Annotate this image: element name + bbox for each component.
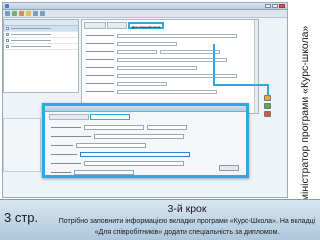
- form-row: [86, 65, 197, 70]
- dialog-field[interactable]: [84, 124, 144, 130]
- field-label: [86, 59, 114, 60]
- field-label: [86, 75, 114, 76]
- dialog-field[interactable]: [76, 142, 146, 148]
- field-label: [86, 51, 114, 52]
- close-button[interactable]: [279, 4, 285, 8]
- row-text: [11, 46, 51, 47]
- step-title: 3-й крок: [167, 203, 207, 215]
- field-label: [51, 162, 81, 164]
- delete-icon[interactable]: [19, 11, 24, 16]
- field-label: [86, 43, 114, 44]
- specialty-field[interactable]: [80, 151, 190, 157]
- print-icon[interactable]: [33, 11, 38, 16]
- form-row: [86, 41, 177, 46]
- row-checkbox[interactable]: [6, 39, 9, 42]
- add-icon[interactable]: [263, 103, 271, 109]
- form-field[interactable]: [117, 49, 157, 54]
- form-field[interactable]: [117, 57, 227, 62]
- dialog-row: [51, 133, 184, 139]
- dialog-row: [51, 124, 187, 130]
- dialog-row: [51, 160, 184, 166]
- field-label: [86, 83, 114, 84]
- pointer-line: [213, 84, 268, 86]
- step-description: Потрібно заповнити інформацією вкладки п…: [58, 218, 316, 236]
- vertical-scrollbar[interactable]: [254, 20, 258, 113]
- employee-form-panel: Для співробітників: [81, 19, 259, 114]
- window-controls: [265, 4, 285, 8]
- row-checkbox[interactable]: [6, 45, 9, 48]
- tab-other[interactable]: [107, 22, 127, 29]
- remove-icon[interactable]: [263, 111, 271, 117]
- form-field[interactable]: [160, 49, 220, 54]
- dialog-titlebar: [45, 106, 246, 112]
- dialog-field[interactable]: [84, 160, 184, 166]
- side-icon-strip: [262, 95, 272, 119]
- zoomed-dialog: [42, 103, 249, 178]
- dialog-row: [51, 151, 190, 157]
- form-row: [86, 57, 227, 62]
- maximize-button[interactable]: [272, 4, 278, 8]
- form-row: [86, 81, 167, 86]
- field-label: [86, 67, 114, 68]
- form-field[interactable]: [117, 81, 167, 86]
- form-field[interactable]: [117, 65, 197, 70]
- tab-general[interactable]: [84, 22, 106, 29]
- field-label: [86, 91, 114, 92]
- row-text: [11, 34, 51, 35]
- form-field[interactable]: [117, 33, 237, 38]
- field-label: [51, 135, 91, 137]
- new-icon[interactable]: [5, 11, 10, 16]
- dialog-tab[interactable]: [49, 114, 89, 120]
- vertical-caption: Адміністратор програми «Курс-школа»: [299, 25, 311, 215]
- field-label: [51, 153, 77, 155]
- bottom-bar: 3 стр. 3-й крок Потрібно заповнити інфор…: [0, 199, 320, 240]
- row-checkbox[interactable]: [6, 27, 9, 30]
- pointer-line: [213, 44, 215, 84]
- dialog-tab-active[interactable]: [90, 114, 130, 120]
- app-icon: [5, 4, 9, 8]
- field-label: [51, 171, 71, 173]
- form-row: [86, 33, 237, 38]
- form-field[interactable]: [117, 89, 217, 94]
- form-field[interactable]: [117, 41, 177, 46]
- window-titlebar: [3, 3, 287, 10]
- staff-list-panel: [3, 19, 79, 93]
- dialog-tabs: [49, 114, 130, 120]
- form-row: [86, 49, 220, 54]
- tab-strip: Для співробітників: [84, 22, 165, 29]
- toolbar: [3, 10, 287, 18]
- row-text: [11, 28, 51, 29]
- dialog-row: [51, 142, 146, 148]
- tab-for-employees[interactable]: Для співробітників: [128, 22, 165, 29]
- form-field[interactable]: [117, 73, 237, 78]
- field-label: [51, 126, 81, 128]
- dialog-field[interactable]: [147, 124, 187, 130]
- ok-button[interactable]: [219, 165, 239, 171]
- row-checkbox[interactable]: [6, 33, 9, 36]
- form-row: [86, 89, 217, 94]
- page-label: 3 стр.: [4, 210, 39, 225]
- folder-icon[interactable]: [26, 11, 31, 16]
- dialog-field[interactable]: [94, 133, 184, 139]
- list-item[interactable]: [4, 44, 78, 50]
- field-label: [51, 144, 73, 146]
- lower-left-panel: [3, 118, 41, 172]
- search-icon[interactable]: [40, 11, 45, 16]
- save-icon[interactable]: [12, 11, 17, 16]
- pointer-line: [267, 84, 269, 96]
- dialog-field[interactable]: [74, 169, 134, 175]
- dialog-row: [51, 169, 134, 175]
- row-text: [11, 40, 51, 41]
- minimize-button[interactable]: [265, 4, 271, 8]
- field-label: [86, 35, 114, 36]
